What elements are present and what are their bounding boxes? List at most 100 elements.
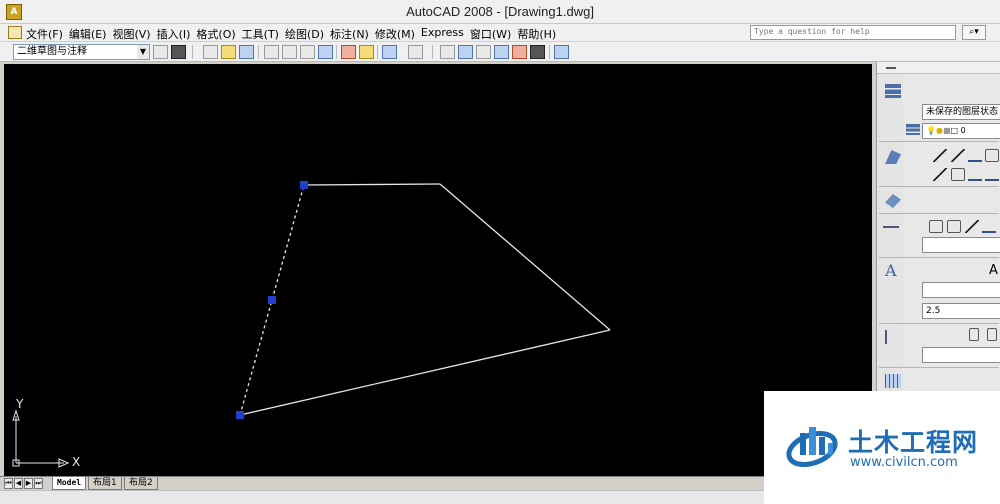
line-tool-icon[interactable] (933, 149, 947, 162)
table-panel-icon[interactable] (885, 374, 901, 388)
menu-help[interactable]: 帮助(H) (517, 26, 562, 42)
open-file-icon[interactable] (221, 45, 236, 59)
arc-dim-icon[interactable] (982, 220, 996, 233)
document-icon[interactable] (8, 26, 22, 39)
text-style-dropdown[interactable] (922, 282, 1000, 298)
text-panel-icon[interactable]: A (885, 263, 901, 279)
hatch-tool-icon[interactable] (968, 168, 982, 181)
new-file-icon[interactable] (203, 45, 218, 59)
menu-edit[interactable]: 编辑(E) (69, 26, 113, 42)
menu-window[interactable]: 窗口(W) (470, 26, 517, 42)
polygon-tool-icon[interactable] (985, 149, 999, 162)
save-icon[interactable] (239, 45, 254, 59)
mleader-style-dropdown[interactable] (922, 347, 1000, 363)
publish-icon[interactable] (300, 45, 315, 59)
pan-icon[interactable] (440, 45, 455, 59)
menu-list: 文件(F) 编辑(E) 视图(V) 插入(I) 格式(O) 工具(T) 绘图(D… (26, 26, 562, 42)
toolbar-separator (432, 45, 433, 59)
menu-view[interactable]: 视图(V) (112, 26, 156, 42)
ray-tool-icon[interactable] (951, 149, 965, 162)
panel-divider (879, 186, 999, 187)
panel-divider (879, 213, 999, 214)
toolbar-separator (377, 45, 378, 59)
palette-grip[interactable] (877, 62, 1000, 74)
menu-modify[interactable]: 修改(M) (375, 26, 421, 42)
menu-draw[interactable]: 绘图(D) (285, 26, 330, 42)
menu-format[interactable]: 格式(O) (196, 26, 241, 42)
layer-state-dropdown[interactable]: 未保存的图层状态 (922, 104, 1000, 120)
redo-icon[interactable] (408, 45, 423, 59)
lock-icon[interactable]: ■ (943, 126, 951, 135)
quickcalc-icon[interactable] (530, 45, 545, 59)
aligned-dim-icon[interactable] (947, 220, 961, 233)
3d-dwf-icon[interactable] (318, 45, 333, 59)
collapse-icon[interactable] (886, 67, 896, 69)
help-search-input[interactable]: Type a question for help (750, 25, 956, 40)
next-tab-icon[interactable]: ▶ (24, 478, 33, 489)
polygon-edge-top[interactable] (303, 183, 441, 186)
prev-tab-icon[interactable]: ◀ (14, 478, 23, 489)
color-swatch-icon[interactable]: □ (951, 126, 959, 135)
drawing-canvas[interactable]: Y X (4, 64, 872, 476)
tool-palettes-icon[interactable] (494, 45, 509, 59)
print-preview-icon[interactable] (282, 45, 297, 59)
tab-model[interactable]: Model (52, 477, 87, 490)
ucs-icon (12, 409, 70, 468)
sheet-set-icon[interactable] (512, 45, 527, 59)
drawing-svg[interactable] (4, 64, 872, 476)
toolbar-separator (549, 45, 550, 59)
dim-style-dropdown[interactable] (922, 237, 1000, 253)
help-search-icon[interactable]: ⌕▾ (962, 25, 986, 40)
layer-dropdown[interactable]: 💡●■□ 0 (922, 123, 1000, 139)
print-icon[interactable] (264, 45, 279, 59)
menu-tools[interactable]: 工具(T) (242, 26, 285, 42)
watermark-name: 土木工程网 (848, 428, 979, 457)
gradient-tool-icon[interactable] (985, 168, 999, 181)
add-leader-icon[interactable] (987, 328, 997, 341)
dimension-panel-icon[interactable] (883, 226, 899, 240)
undo-icon[interactable] (382, 45, 397, 59)
pencil-tool-icon[interactable] (933, 168, 947, 181)
workspace-settings-icon[interactable] (153, 45, 168, 59)
match-properties-icon[interactable] (359, 45, 374, 59)
workspace-lock-icon[interactable] (171, 45, 186, 59)
toolbar-separator (258, 45, 259, 59)
properties-icon[interactable] (458, 45, 473, 59)
lightbulb-icon[interactable]: 💡 (926, 126, 936, 135)
grip-bottom[interactable] (236, 411, 244, 419)
sun-icon[interactable]: ● (936, 126, 943, 135)
polyline-tool-icon[interactable] (968, 149, 982, 162)
multiline-text-icon[interactable]: A (989, 263, 998, 278)
angular-dim-icon[interactable] (965, 220, 979, 233)
civilcn-logo-icon (786, 427, 838, 468)
chevron-down-icon[interactable]: ▼ (137, 45, 149, 59)
title-bar: A AutoCAD 2008 - [Drawing1.dwg] (0, 0, 1000, 24)
first-tab-icon[interactable]: ⏮ (4, 478, 13, 489)
linear-dim-icon[interactable] (929, 220, 943, 233)
menu-express[interactable]: Express (421, 26, 470, 42)
region-tool-icon[interactable] (951, 168, 965, 181)
layers-icon[interactable] (885, 84, 901, 98)
leader-panel-icon[interactable] (885, 330, 901, 344)
last-tab-icon[interactable]: ⏭ (34, 478, 43, 489)
menu-file[interactable]: 文件(F) (26, 26, 69, 42)
menu-insert[interactable]: 插入(I) (157, 26, 197, 42)
text-height-field[interactable]: 2.5 (922, 303, 1000, 319)
help-icon[interactable] (554, 45, 569, 59)
polygon-edge-right[interactable] (439, 183, 611, 331)
cut-icon[interactable] (341, 45, 356, 59)
menu-dimension[interactable]: 标注(N) (330, 26, 375, 42)
polygon-edge-bottom[interactable] (239, 329, 611, 416)
panel-divider (879, 141, 999, 142)
grip-midpoint[interactable] (268, 296, 276, 304)
layout-tab-bar: ⏮ ◀ ▶ ⏭ Model 布局1 布局2 (0, 476, 870, 490)
design-center-icon[interactable] (476, 45, 491, 59)
layer-manager-icon[interactable] (906, 124, 920, 135)
workspace-dropdown[interactable]: 二维草图与注释 ▼ (13, 44, 150, 60)
grip-top[interactable] (300, 181, 308, 189)
layer-value: 0 (960, 126, 966, 135)
multileader-icon[interactable] (969, 328, 979, 341)
tab-layout2[interactable]: 布局2 (124, 477, 158, 490)
ucs-x-label: X (72, 455, 81, 469)
tab-layout1[interactable]: 布局1 (88, 477, 122, 490)
